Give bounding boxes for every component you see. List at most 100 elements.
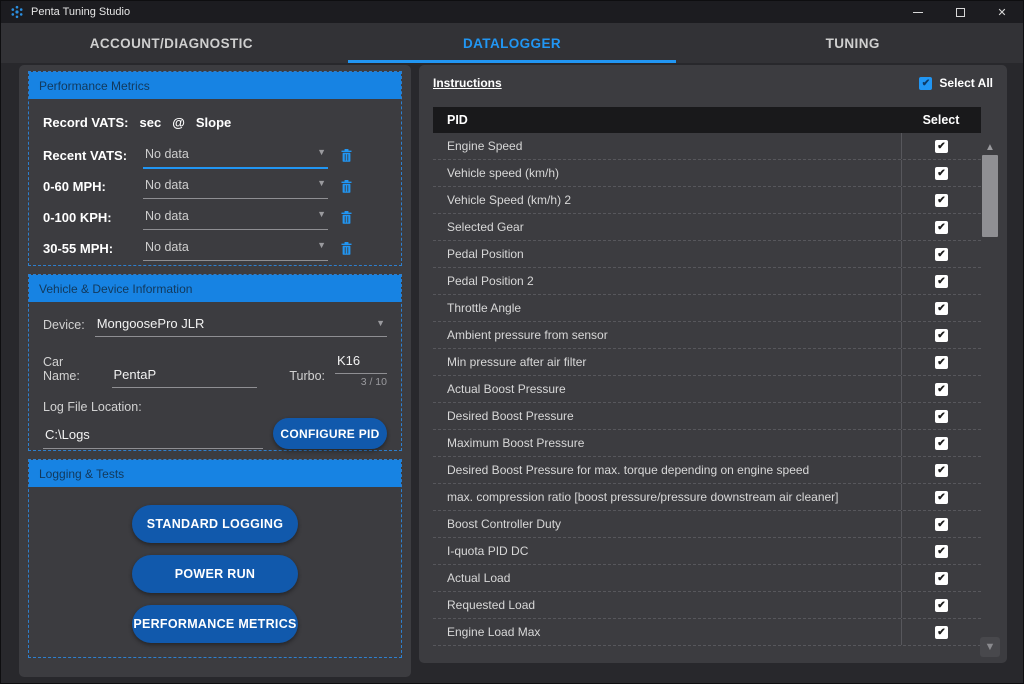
pid-name: Requested Load (433, 598, 901, 612)
tab-account-diagnostic[interactable]: ACCOUNT/DIAGNOSTIC (1, 23, 342, 63)
pid-checkbox[interactable]: ✔ (935, 248, 948, 261)
check-icon: ✔ (937, 518, 945, 531)
mph-30-55-dropdown[interactable]: No data ▼ (143, 236, 328, 261)
select-all-label: Select All (939, 76, 993, 90)
performance-metrics-button[interactable]: PERFORMANCE METRICS (132, 605, 298, 643)
pid-name: Pedal Position (433, 247, 901, 261)
close-button[interactable]: ✕ (981, 1, 1023, 23)
select-all-control[interactable]: ✔ Select All (919, 76, 993, 90)
mph-0-60-trash-button[interactable] (341, 180, 352, 193)
vehicle-device-header: Vehicle & Device Information (29, 275, 401, 302)
tab-bar: ACCOUNT/DIAGNOSTIC DATALOGGER TUNING (1, 23, 1023, 63)
pid-name: Min pressure after air filter (433, 355, 901, 369)
trash-icon (341, 211, 352, 224)
vehicle-device-panel: Vehicle & Device Information Device: Mon… (28, 274, 402, 451)
power-run-button[interactable]: POWER RUN (132, 555, 298, 593)
device-dropdown[interactable]: MongoosePro JLR ▼ (95, 314, 387, 337)
check-icon: ✔ (937, 599, 945, 612)
log-configure-row: C:\Logs CONFIGURE PID (43, 418, 387, 449)
pid-checkbox[interactable]: ✔ (935, 167, 948, 180)
check-icon: ✔ (922, 77, 930, 90)
pid-checkbox[interactable]: ✔ (935, 545, 948, 558)
check-icon: ✔ (937, 572, 945, 585)
table-row: Throttle Angle ✔ (433, 295, 981, 322)
pid-checkbox[interactable]: ✔ (935, 491, 948, 504)
pid-checkbox[interactable]: ✔ (935, 221, 948, 234)
pid-checkbox[interactable]: ✔ (935, 302, 948, 315)
pid-name: Engine Load Max (433, 625, 901, 639)
tab-datalogger[interactable]: DATALOGGER (342, 23, 683, 63)
recent-vats-value: No data (145, 147, 189, 161)
pid-checkbox[interactable]: ✔ (935, 464, 948, 477)
pid-name: Desired Boost Pressure (433, 409, 901, 423)
mph-30-55-value: No data (145, 240, 189, 254)
instructions-link[interactable]: Instructions (433, 76, 502, 90)
pid-checkbox[interactable]: ✔ (935, 329, 948, 342)
record-vats-sec: sec (139, 115, 161, 130)
pid-checkbox[interactable]: ✔ (935, 383, 948, 396)
pid-select-cell: ✔ (901, 376, 981, 402)
trash-icon (341, 242, 352, 255)
kph-0-100-trash-button[interactable] (341, 211, 352, 224)
pid-select-cell: ✔ (901, 457, 981, 483)
pid-selection-card: Instructions ✔ Select All PID Select Eng… (419, 65, 1007, 663)
table-row: Engine Speed ✔ (433, 133, 981, 160)
logging-tests-panel: Logging & Tests STANDARD LOGGING POWER R… (28, 459, 402, 658)
caret-down-icon: ▼ (317, 147, 326, 157)
recent-vats-trash-button[interactable] (341, 149, 352, 162)
pid-select-cell: ✔ (901, 214, 981, 240)
select-column-header: Select (901, 113, 981, 127)
pid-table-body: Engine Speed ✔ Vehicle speed (km/h) ✔ Ve… (433, 133, 981, 646)
turbo-input[interactable]: K16 (335, 351, 387, 374)
maximize-button[interactable] (939, 1, 981, 23)
mph-30-55-trash-button[interactable] (341, 242, 352, 255)
scrollbar-thumb[interactable] (982, 155, 998, 237)
pid-checkbox[interactable]: ✔ (935, 437, 948, 450)
mph-0-60-dropdown[interactable]: No data ▼ (143, 174, 328, 199)
trash-icon (341, 180, 352, 193)
pid-table-header: PID Select (433, 107, 981, 133)
pid-name: Throttle Angle (433, 301, 901, 315)
pid-select-cell: ✔ (901, 241, 981, 267)
pid-name: max. compression ratio [boost pressure/p… (433, 490, 901, 504)
pid-name: Desired Boost Pressure for max. torque d… (433, 463, 901, 477)
turbo-char-counter: 3 / 10 (335, 376, 387, 388)
pid-select-cell: ✔ (901, 187, 981, 213)
pid-name: Engine Speed (433, 139, 901, 153)
table-scrollbar[interactable]: ▲ (982, 142, 998, 612)
pid-checkbox[interactable]: ✔ (935, 140, 948, 153)
pid-checkbox[interactable]: ✔ (935, 275, 948, 288)
pid-checkbox[interactable]: ✔ (935, 410, 948, 423)
pid-select-cell: ✔ (901, 322, 981, 348)
configure-pid-button[interactable]: CONFIGURE PID (273, 418, 387, 449)
table-row: Pedal Position 2 ✔ (433, 268, 981, 295)
logging-tests-header: Logging & Tests (29, 460, 401, 487)
tab-tuning[interactable]: TUNING (682, 23, 1023, 63)
left-column: Performance Metrics Record VATS: sec @ S… (19, 65, 411, 677)
table-row: Boost Controller Duty ✔ (433, 511, 981, 538)
recent-vats-dropdown[interactable]: No data ▼ (143, 143, 328, 169)
log-location-input[interactable]: C:\Logs (43, 425, 263, 449)
check-icon: ✔ (937, 356, 945, 369)
mph-0-60-label: 0-60 MPH: (43, 179, 143, 194)
app-logo-icon (10, 5, 24, 19)
table-row: Selected Gear ✔ (433, 214, 981, 241)
pid-checkbox[interactable]: ✔ (935, 626, 948, 639)
table-row: Actual Boost Pressure ✔ (433, 376, 981, 403)
table-row: Ambient pressure from sensor ✔ (433, 322, 981, 349)
pid-name: Boost Controller Duty (433, 517, 901, 531)
pid-checkbox[interactable]: ✔ (935, 518, 948, 531)
pid-checkbox[interactable]: ✔ (935, 194, 948, 207)
select-all-checkbox[interactable]: ✔ (919, 77, 932, 90)
minimize-button[interactable] (897, 1, 939, 23)
kph-0-100-dropdown[interactable]: No data ▼ (143, 205, 328, 230)
scroll-down-button[interactable]: ▼ (980, 637, 1000, 657)
car-name-input[interactable]: PentaP (112, 365, 258, 388)
pid-checkbox[interactable]: ✔ (935, 356, 948, 369)
check-icon: ✔ (937, 302, 945, 315)
standard-logging-button[interactable]: STANDARD LOGGING (132, 505, 298, 543)
pid-checkbox[interactable]: ✔ (935, 599, 948, 612)
scroll-up-icon[interactable]: ▲ (982, 142, 998, 153)
pid-checkbox[interactable]: ✔ (935, 572, 948, 585)
pid-select-cell: ✔ (901, 403, 981, 429)
